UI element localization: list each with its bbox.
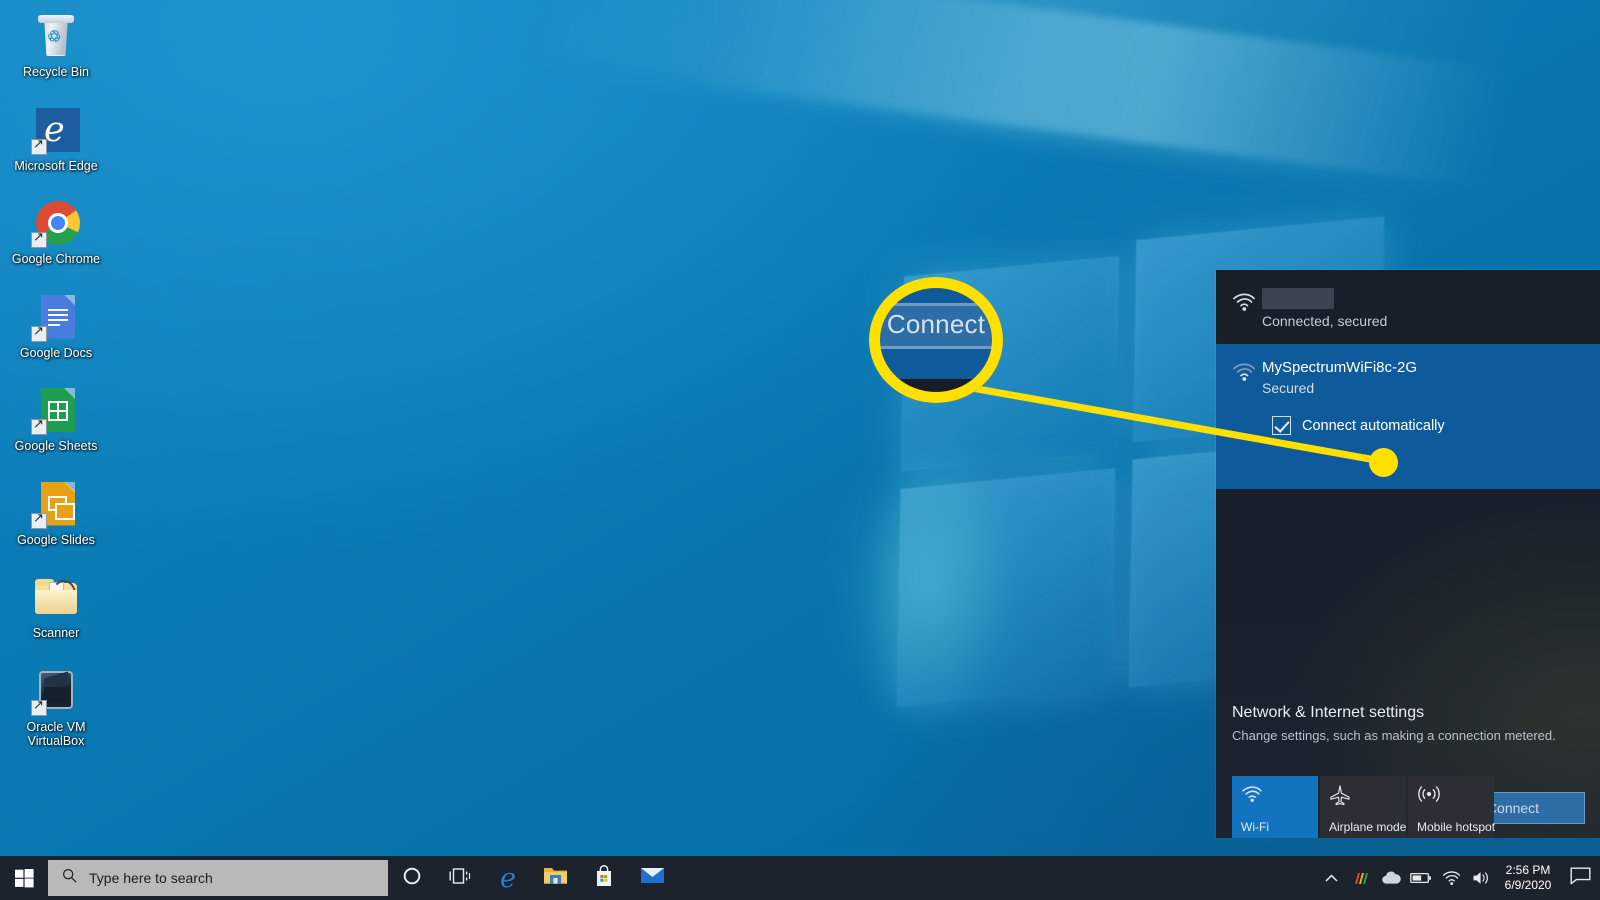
network-list-empty-area [1216, 489, 1600, 705]
airplane-icon [1329, 792, 1351, 809]
desktop-icon-label: Google Sheets [15, 439, 98, 454]
network-internet-settings-link[interactable]: Network & Internet settings Change setti… [1216, 702, 1600, 746]
show-hidden-icons-icon[interactable] [1316, 856, 1346, 900]
network-list-item-selected[interactable]: MySpectrumWiFi8c-2G Secured Connect auto… [1216, 344, 1600, 489]
wifi-icon [1241, 790, 1263, 807]
taskbar-button-mail[interactable] [628, 856, 676, 900]
volume-icon[interactable] [1466, 856, 1496, 900]
microsoft-edge-icon: e [500, 865, 516, 892]
desktop-icon-google-docs[interactable]: Google Docs [4, 287, 108, 365]
taskbar-button-file-explorer[interactable] [532, 856, 580, 900]
desktop-icon-grid: ♲ Recycle Bin e Microsoft Edge Google Ch… [0, 6, 110, 769]
desktop-icon-google-chrome[interactable]: Google Chrome [4, 193, 108, 271]
connect-automatically-checkbox[interactable] [1272, 416, 1291, 435]
speech-bubble-icon [1570, 867, 1591, 890]
connected-status-label: Connected, secured [1262, 312, 1586, 331]
shortcut-arrow-icon [31, 700, 47, 716]
microsoft-edge-icon: e [32, 106, 80, 154]
desktop-icon-virtualbox[interactable]: Oracle VM VirtualBox [4, 661, 108, 753]
selected-ssid-label: MySpectrumWiFi8c-2G [1262, 358, 1586, 377]
scanner-folder-icon [32, 573, 80, 621]
quick-tile-wifi[interactable]: Wi-Fi [1232, 776, 1318, 838]
shortcut-arrow-icon [31, 513, 47, 529]
quick-tile-airplane-mode[interactable]: Airplane mode [1320, 776, 1406, 838]
search-input[interactable]: Type here to search [48, 860, 388, 896]
taskbar-button-cortana[interactable] [388, 856, 436, 900]
desktop-icon-scanner[interactable]: Scanner [4, 567, 108, 645]
desktop-icon-google-sheets[interactable]: Google Sheets [4, 380, 108, 458]
battery-icon[interactable] [1406, 856, 1436, 900]
onedrive-cloud-icon[interactable] [1376, 856, 1406, 900]
desktop-icon-microsoft-edge[interactable]: e Microsoft Edge [4, 100, 108, 178]
wifi-icon[interactable] [1436, 856, 1466, 900]
google-docs-icon [32, 293, 80, 341]
connect-automatically-label: Connect automatically [1302, 418, 1445, 434]
mail-icon [640, 866, 665, 890]
microsoft-store-icon [593, 864, 615, 892]
settings-title: Network & Internet settings [1232, 702, 1584, 724]
taskbar-clock[interactable]: 2:56 PM 6/9/2020 [1496, 863, 1560, 893]
cortana-icon [402, 866, 422, 891]
desktop-icon-label: Microsoft Edge [14, 159, 97, 174]
taskbar-button-microsoft-store[interactable] [580, 856, 628, 900]
desktop-icon-label: Recycle Bin [23, 65, 89, 80]
start-button[interactable] [0, 856, 48, 900]
shortcut-arrow-icon [31, 232, 47, 248]
google-sheets-icon [32, 386, 80, 434]
logo-pane [897, 468, 1116, 707]
quick-tile-label: Wi-Fi [1241, 820, 1321, 834]
wifi-weak-icon [1232, 358, 1262, 398]
callout-highlight-ring [869, 277, 1003, 403]
quick-tile-label: Airplane mode [1329, 820, 1409, 834]
settings-subtitle: Change settings, such as making a connec… [1232, 726, 1584, 746]
quick-action-tiles: Wi-Fi Airplane mode Mobile hotspot [1232, 776, 1600, 838]
file-explorer-icon [543, 865, 569, 891]
taskbar-button-task-view[interactable] [436, 856, 484, 900]
desktop-icon-google-slides[interactable]: Google Slides [4, 474, 108, 552]
wallpaper-light-ray [544, 0, 1600, 256]
wallpaper-light-ray-secondary [696, 0, 1600, 215]
connected-ssid-redacted [1262, 288, 1334, 309]
desktop-icon-label: Oracle VM VirtualBox [6, 720, 106, 749]
shortcut-arrow-icon [31, 326, 47, 342]
desktop-icon-label: Google Chrome [12, 252, 100, 267]
desktop-icon-recycle-bin[interactable]: ♲ Recycle Bin [4, 6, 108, 84]
windows-logo-icon [15, 869, 34, 888]
wifi-full-icon [1232, 288, 1262, 317]
google-slides-icon [32, 480, 80, 528]
shortcut-arrow-icon [31, 139, 47, 155]
taskbar-button-microsoft-edge[interactable]: e [484, 856, 532, 900]
search-placeholder: Type here to search [89, 870, 213, 886]
google-chrome-icon [32, 199, 80, 247]
quick-tile-label: Mobile hotspot [1417, 820, 1497, 834]
system-tray: 2:56 PM 6/9/2020 [1316, 856, 1600, 900]
virtualbox-icon [32, 667, 80, 715]
selected-status-label: Secured [1262, 379, 1586, 398]
network-flyout-panel[interactable]: Connected, secured MySpectrumWiFi8c-2G S… [1216, 270, 1600, 838]
intel-graphics-icon[interactable] [1346, 856, 1376, 900]
desktop-icon-label: Google Slides [17, 533, 95, 548]
connect-automatically-row[interactable]: Connect automatically [1272, 416, 1586, 435]
search-icon [62, 868, 77, 888]
callout-target-dot [1369, 448, 1398, 477]
task-view-icon [449, 867, 471, 890]
clock-date: 6/9/2020 [1502, 878, 1554, 893]
recycle-bin-icon: ♲ [32, 12, 80, 60]
quick-tile-mobile-hotspot[interactable]: Mobile hotspot [1408, 776, 1494, 838]
shortcut-arrow-icon [31, 419, 47, 435]
desktop-icon-label: Google Docs [20, 346, 92, 361]
desktop-icon-label: Scanner [33, 626, 80, 641]
clock-time: 2:56 PM [1502, 863, 1554, 878]
hotspot-icon [1417, 790, 1441, 807]
action-center-button[interactable] [1560, 856, 1600, 900]
network-list-item-connected[interactable]: Connected, secured [1216, 270, 1600, 344]
taskbar: Type here to search e [0, 856, 1600, 900]
